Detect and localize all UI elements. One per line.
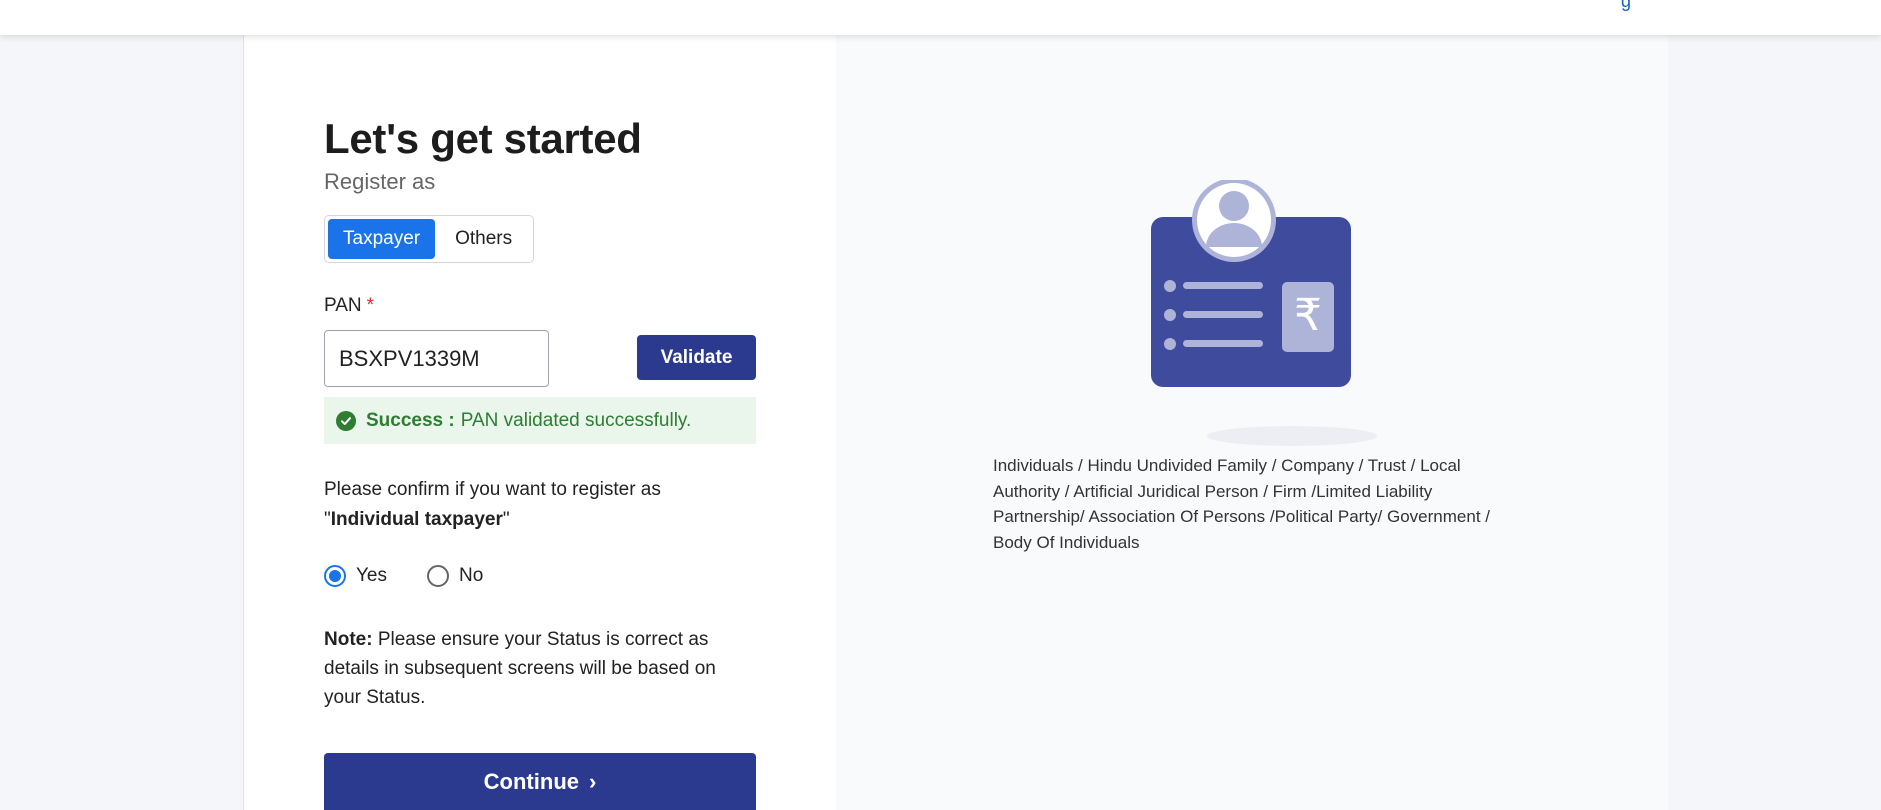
radio-yes-control[interactable] — [324, 565, 346, 587]
success-text: PAN validated successfully. — [460, 409, 692, 431]
continue-label: Continue — [483, 768, 579, 794]
pan-input[interactable] — [324, 330, 549, 387]
registration-card: Let's get started Register as Taxpayer O… — [243, 35, 1668, 810]
page-title: Let's get started — [324, 115, 642, 162]
chevron-right-icon: › — [589, 768, 597, 794]
note-body: Please ensure your Status is correct as … — [324, 629, 716, 708]
radio-yes[interactable]: Yes — [324, 565, 387, 587]
confirm-entity: Individual taxpayer — [330, 509, 503, 530]
radio-yes-label: Yes — [356, 565, 387, 586]
top-header: g — [0, 0, 1881, 35]
note-label: Note: — [324, 629, 373, 650]
radio-no-label: No — [459, 565, 484, 586]
pan-label: PAN * — [324, 295, 374, 317]
pan-label-text: PAN — [324, 295, 362, 316]
continue-button[interactable]: Continue › — [324, 753, 756, 810]
radio-no-control[interactable] — [427, 565, 449, 587]
toggle-others[interactable]: Others — [439, 219, 528, 259]
success-message: Success : PAN validated successfully. — [324, 397, 756, 444]
register-type-toggle: Taxpayer Others — [324, 215, 534, 263]
entity-types-text: Individuals / Hindu Undivided Family / C… — [993, 456, 1490, 552]
toggle-taxpayer[interactable]: Taxpayer — [328, 219, 436, 259]
form-pane: Let's get started Register as Taxpayer O… — [244, 35, 836, 810]
illustration-shadow — [1207, 426, 1377, 446]
confirm-suffix: " — [502, 509, 510, 530]
status-note: Note: Please ensure your Status is corre… — [324, 625, 756, 712]
required-mark: * — [366, 295, 375, 316]
radio-no[interactable]: No — [427, 565, 483, 587]
validate-button[interactable]: Validate — [637, 335, 756, 380]
svg-text:₹: ₹ — [1294, 290, 1322, 341]
confirm-text: Please confirm if you want to register a… — [324, 475, 756, 535]
success-title: Success : — [366, 409, 455, 431]
info-pane: ₹ Individuals / Hindu Undivided Family /… — [836, 35, 1668, 810]
header-link[interactable]: g — [1621, 0, 1631, 12]
confirm-radio-group: Yes No — [324, 565, 523, 587]
check-circle-icon — [336, 410, 356, 431]
id-card-rupee-icon: ₹ — [1151, 180, 1351, 387]
register-as-label: Register as — [324, 169, 436, 194]
